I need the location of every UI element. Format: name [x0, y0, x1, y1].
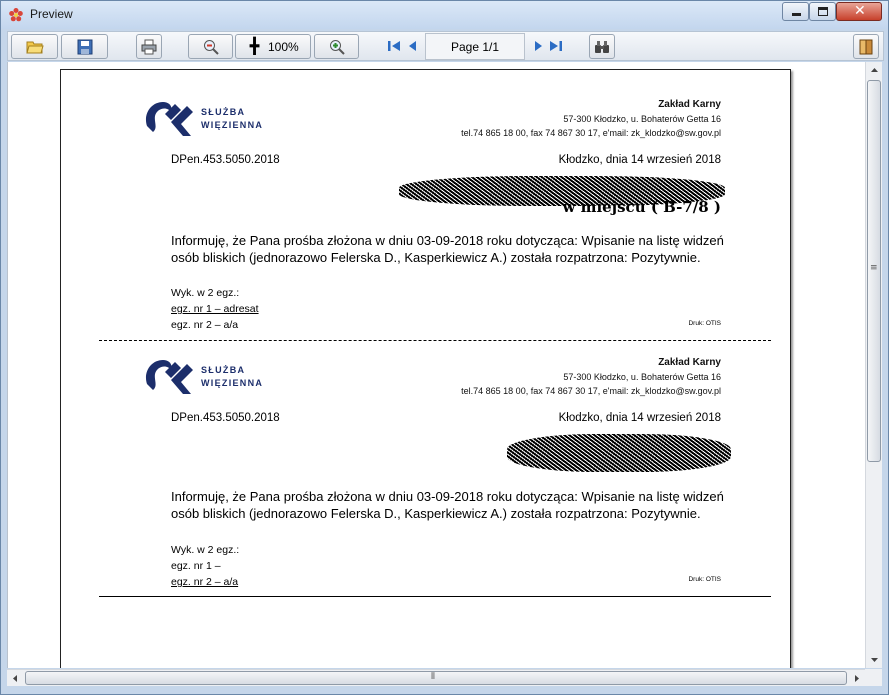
toolbar: ╋ 100% Page 1/1 [7, 31, 884, 61]
print-button[interactable] [136, 34, 162, 59]
horizontal-scroll-thumb[interactable]: ⦀ [25, 671, 847, 685]
zoom-in-button[interactable] [314, 34, 359, 59]
scroll-down-icon[interactable] [866, 651, 883, 668]
zoom-in-icon [329, 39, 345, 55]
letter-copy-2: SŁUŻBA WIĘZIENNA Zakład Karny 57-300 Kło… [61, 328, 790, 598]
letter-body: Informuję, że Pana prośba złożona w dniu… [171, 489, 724, 521]
binoculars-icon [595, 40, 609, 53]
grip-icon: ⦀ [431, 672, 435, 682]
copy-2: egz. nr 2 – a/a [171, 576, 239, 588]
exit-icon [859, 39, 873, 54]
save-icon [77, 39, 92, 54]
preview-area[interactable]: SŁUŻBA WIĘZIENNA Zakład Karny 57-300 Kło… [7, 62, 865, 668]
sw-emblem-icon [145, 360, 193, 394]
recipient-location: w miejscu ( B-7/8 ) [562, 198, 721, 216]
print-source: Druk: OTIS [688, 320, 721, 327]
org-name: Zakład Karny [658, 99, 721, 110]
document-reference: DPen.453.5050.2018 [171, 154, 280, 166]
window-title: Preview [30, 7, 73, 21]
organization-header: Zakład Karny 57-300 Kłodzko, u. Bohateró… [461, 356, 721, 398]
app-flower-icon [9, 8, 23, 22]
copies-title: Wyk. w 2 egz.: [171, 544, 240, 556]
minimize-icon [792, 13, 801, 16]
preview-window: Preview ✕ ╋ 100% Page 1/1 SŁUŻBA WIĘZIEN… [0, 0, 889, 695]
maximize-icon [818, 7, 828, 16]
print-icon [141, 39, 157, 54]
zoom-level-label: 100% [268, 40, 299, 54]
title-bar[interactable]: Preview ✕ [1, 1, 888, 29]
open-button[interactable] [11, 34, 58, 59]
close-button[interactable]: ✕ [836, 2, 882, 21]
copies-title: Wyk. w 2 egz.: [171, 287, 240, 299]
org-contact: tel.74 865 18 00, fax 74 867 30 17, e'ma… [461, 386, 721, 396]
letter-body: Informuję, że Pana prośba złożona w dniu… [171, 233, 724, 265]
save-button[interactable] [61, 34, 108, 59]
vertical-scroll-thumb[interactable]: ≡ [867, 80, 881, 462]
prev-page-icon[interactable] [406, 39, 420, 53]
page-indicator[interactable]: Page 1/1 [425, 33, 525, 60]
scrollbar-corner [865, 669, 882, 686]
last-page-icon[interactable] [549, 39, 563, 53]
zoom-out-button[interactable] [188, 34, 233, 59]
org-contact: tel.74 865 18 00, fax 74 867 30 17, e'ma… [461, 128, 721, 138]
sw-emblem-icon [145, 102, 193, 136]
copies-list: Wyk. w 2 egz.: egz. nr 1 – adresat egz. … [171, 285, 259, 333]
find-button[interactable] [589, 34, 615, 59]
zoom-level-button[interactable]: ╋ 100% [235, 34, 311, 59]
first-page-icon[interactable] [387, 39, 401, 53]
zoom-fit-icon: ╋ [250, 38, 260, 55]
org-name: Zakład Karny [658, 357, 721, 368]
copy-1: egz. nr 1 – adresat [171, 303, 259, 315]
org-address: 57-300 Kłodzko, u. Bohaterów Getta 16 [563, 372, 721, 382]
exit-button[interactable] [853, 34, 879, 59]
vertical-scrollbar[interactable]: ≡ [865, 62, 882, 668]
letter-copy-1: SŁUŻBA WIĘZIENNA Zakład Karny 57-300 Kło… [61, 70, 790, 340]
scroll-up-icon[interactable] [866, 62, 883, 79]
copy-1: egz. nr 1 – [171, 560, 221, 572]
zoom-out-icon [203, 39, 219, 55]
scroll-right-icon[interactable] [848, 670, 865, 687]
document-page: SŁUŻBA WIĘZIENNA Zakład Karny 57-300 Kło… [60, 69, 791, 668]
place-date: Kłodzko, dnia 14 wrzesień 2018 [558, 154, 721, 166]
sluzba-wiezienna-logo: SŁUŻBA WIĘZIENNA [141, 354, 271, 400]
open-icon [25, 41, 44, 53]
grip-icon: ≡ [870, 263, 878, 273]
place-date: Kłodzko, dnia 14 wrzesień 2018 [558, 412, 721, 424]
document-reference: DPen.453.5050.2018 [171, 412, 280, 424]
section-bottom-rule [99, 596, 771, 597]
logo-text: SŁUŻBA WIĘZIENNA [201, 365, 264, 388]
scroll-left-icon[interactable] [7, 670, 24, 687]
horizontal-scrollbar[interactable]: ⦀ [7, 669, 865, 686]
logo-text: SŁUŻBA WIĘZIENNA [201, 107, 264, 130]
close-icon: ✕ [854, 3, 866, 19]
next-page-icon[interactable] [531, 39, 545, 53]
organization-header: Zakład Karny 57-300 Kłodzko, u. Bohateró… [461, 98, 721, 140]
sluzba-wiezienna-logo: SŁUŻBA WIĘZIENNA [141, 96, 271, 142]
print-source: Druk: OTIS [688, 576, 721, 583]
copies-list: Wyk. w 2 egz.: egz. nr 1 – egz. nr 2 – a… [171, 542, 239, 590]
org-address: 57-300 Kłodzko, u. Bohaterów Getta 16 [563, 114, 721, 124]
redacted-addressee [507, 434, 731, 472]
maximize-button[interactable] [809, 2, 836, 21]
minimize-button[interactable] [782, 2, 809, 21]
